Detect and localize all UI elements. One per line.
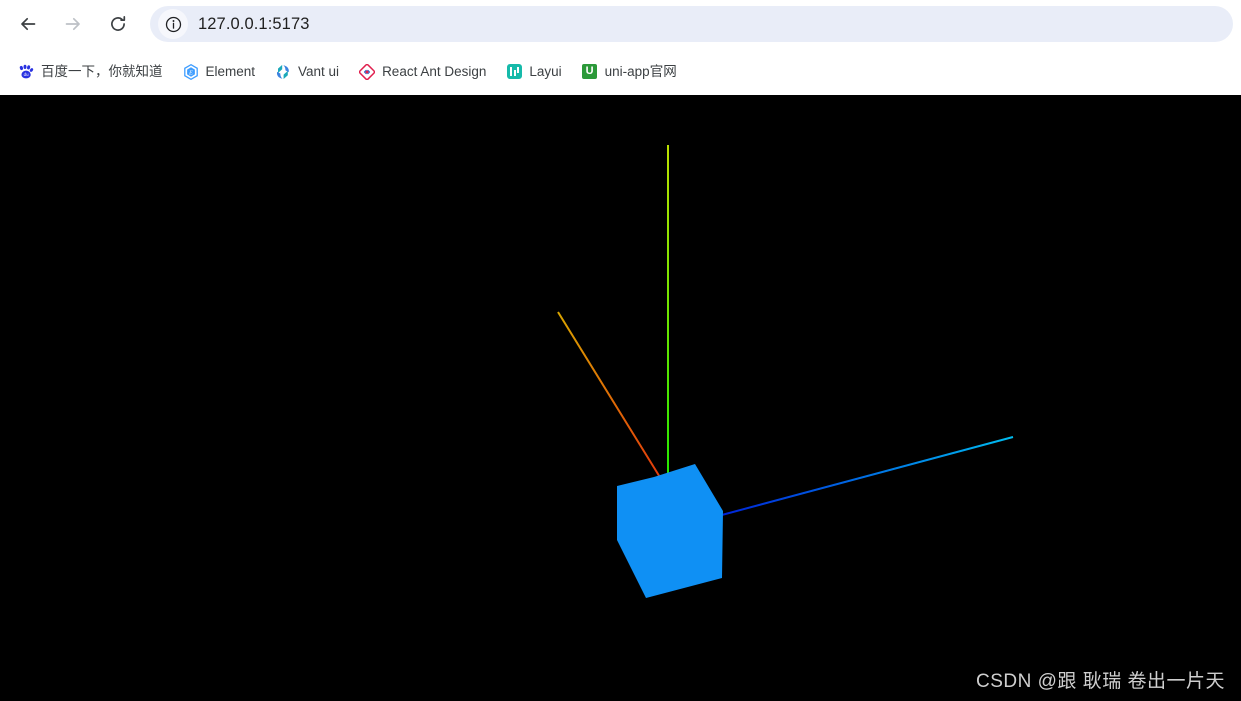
reload-button[interactable] <box>102 8 134 40</box>
bookmark-uni-app[interactable]: U uni-app官网 <box>574 58 685 86</box>
svg-text:E: E <box>188 69 193 76</box>
url-text[interactable]: 127.0.0.1:5173 <box>198 6 310 42</box>
arrow-right-icon <box>65 17 80 31</box>
x-axis-line <box>557 311 667 488</box>
arrow-left-icon <box>21 17 36 31</box>
svg-text:du: du <box>24 72 29 77</box>
baidu-paw-icon: du <box>18 64 34 80</box>
blue-cube[interactable] <box>617 464 723 598</box>
bookmark-label: 百度一下，你就知道 <box>41 63 163 79</box>
forward-button[interactable] <box>57 8 89 40</box>
browser-toolbar: 127.0.0.1:5173 <box>0 0 1241 48</box>
bookmark-element[interactable]: E Element <box>175 58 264 86</box>
bookmark-label: React Ant Design <box>382 63 487 79</box>
bookmarks-bar: du 百度一下，你就知道 E Element Vant ui React Ant… <box>0 48 1241 95</box>
csdn-watermark: CSDN @跟 耿瑞 卷出一片天 <box>976 671 1225 692</box>
back-button[interactable] <box>12 8 44 40</box>
uniapp-icon: U <box>582 64 598 80</box>
bookmark-label: uni-app官网 <box>604 63 677 79</box>
z-axis-line <box>717 436 1014 517</box>
address-bar[interactable]: 127.0.0.1:5173 <box>150 6 1233 42</box>
bookmark-label: Layui <box>529 63 562 79</box>
vant-icon <box>275 64 291 80</box>
ant-design-diamond-icon <box>359 63 376 80</box>
bookmark-vant-ui[interactable]: Vant ui <box>267 58 347 86</box>
site-info-button[interactable] <box>158 9 188 39</box>
three-js-scene <box>557 145 1014 598</box>
info-circle-icon <box>165 16 181 32</box>
bookmark-label: Vant ui <box>298 63 340 79</box>
bookmark-label: Element <box>205 63 256 79</box>
bookmark-layui[interactable]: Layui <box>498 58 569 86</box>
layui-icon <box>506 64 522 80</box>
browser-chrome: 127.0.0.1:5173 du 百度一下，你就知道 E Element Va… <box>0 0 1241 95</box>
element-hexagon-icon: E <box>183 63 199 80</box>
reload-icon <box>111 16 126 31</box>
bookmark-baidu[interactable]: du 百度一下，你就知道 <box>10 58 171 86</box>
webgl-canvas[interactable]: CSDN @跟 耿瑞 卷出一片天 <box>0 95 1241 701</box>
bookmark-react-ant-design[interactable]: React Ant Design <box>351 58 494 86</box>
